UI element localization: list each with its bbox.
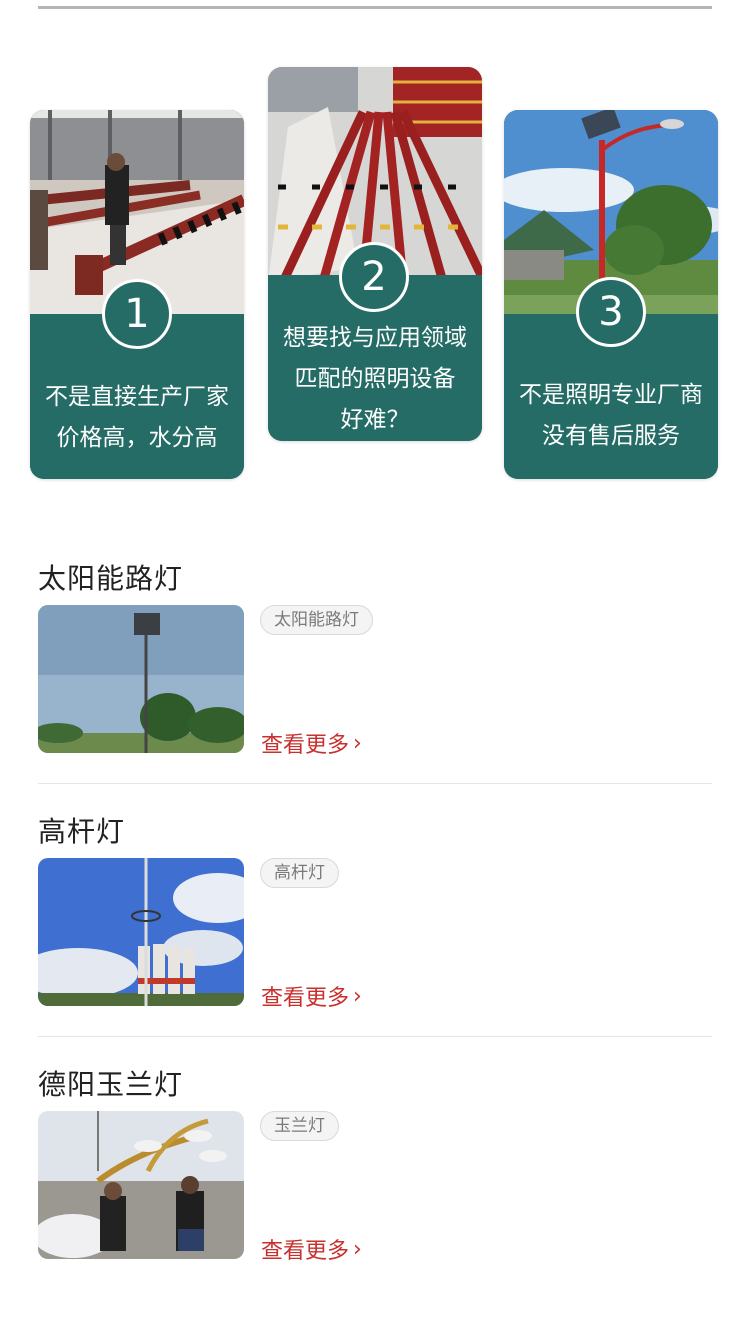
- step-2-badge: 2: [339, 242, 409, 312]
- pain-point-card-3: 3 不是照明专业厂商 没有售后服务: [504, 110, 718, 479]
- card-1-line-1: 不是直接生产厂家: [45, 384, 229, 410]
- card-2-line-1: 想要找与应用领域: [283, 325, 467, 351]
- section-divider: [38, 1036, 712, 1037]
- chevron-right-icon: ›: [353, 730, 362, 756]
- card-1-line-2: 价格高，水分高: [56, 425, 218, 451]
- view-more-label: 查看更多: [261, 1239, 350, 1264]
- section-title-solar-street-light: 太阳能路灯: [38, 562, 184, 595]
- tag-magnolia-light[interactable]: 玉兰灯: [260, 1111, 339, 1141]
- pain-point-card-2: 2 想要找与应用领域 匹配的照明设备 好难？: [268, 67, 482, 441]
- card-2-line-2: 匹配的照明设备: [294, 366, 456, 392]
- card-3-line-1: 不是照明专业厂商: [519, 382, 703, 408]
- high-mast-light-thumbnail[interactable]: [38, 858, 244, 1006]
- section-title-high-mast-light: 高杆灯: [38, 815, 126, 848]
- step-1-badge: 1: [102, 279, 172, 349]
- tag-solar-street-light[interactable]: 太阳能路灯: [260, 605, 373, 635]
- magnolia-light-thumbnail[interactable]: [38, 1111, 244, 1259]
- card-3-line-2: 没有售后服务: [542, 423, 680, 449]
- pain-point-card-1: 1 不是直接生产厂家 价格高，水分高: [30, 110, 244, 479]
- solar-street-light-thumbnail[interactable]: [38, 605, 244, 753]
- view-more-link-solar[interactable]: 查看更多 ›: [261, 727, 362, 759]
- section-title-deyang-magnolia-light: 德阳玉兰灯: [38, 1068, 184, 1101]
- top-divider: [38, 6, 712, 9]
- view-more-link-magnolia[interactable]: 查看更多 ›: [261, 1233, 362, 1265]
- step-3-badge: 3: [576, 277, 646, 347]
- section-divider: [38, 783, 712, 784]
- chevron-right-icon: ›: [353, 983, 362, 1009]
- view-more-label: 查看更多: [261, 733, 350, 758]
- chevron-right-icon: ›: [353, 1236, 362, 1262]
- tag-high-mast-light[interactable]: 高杆灯: [260, 858, 339, 888]
- card-2-line-3: 好难？: [340, 407, 410, 433]
- view-more-link-high-mast[interactable]: 查看更多 ›: [261, 980, 362, 1012]
- view-more-label: 查看更多: [261, 986, 350, 1011]
